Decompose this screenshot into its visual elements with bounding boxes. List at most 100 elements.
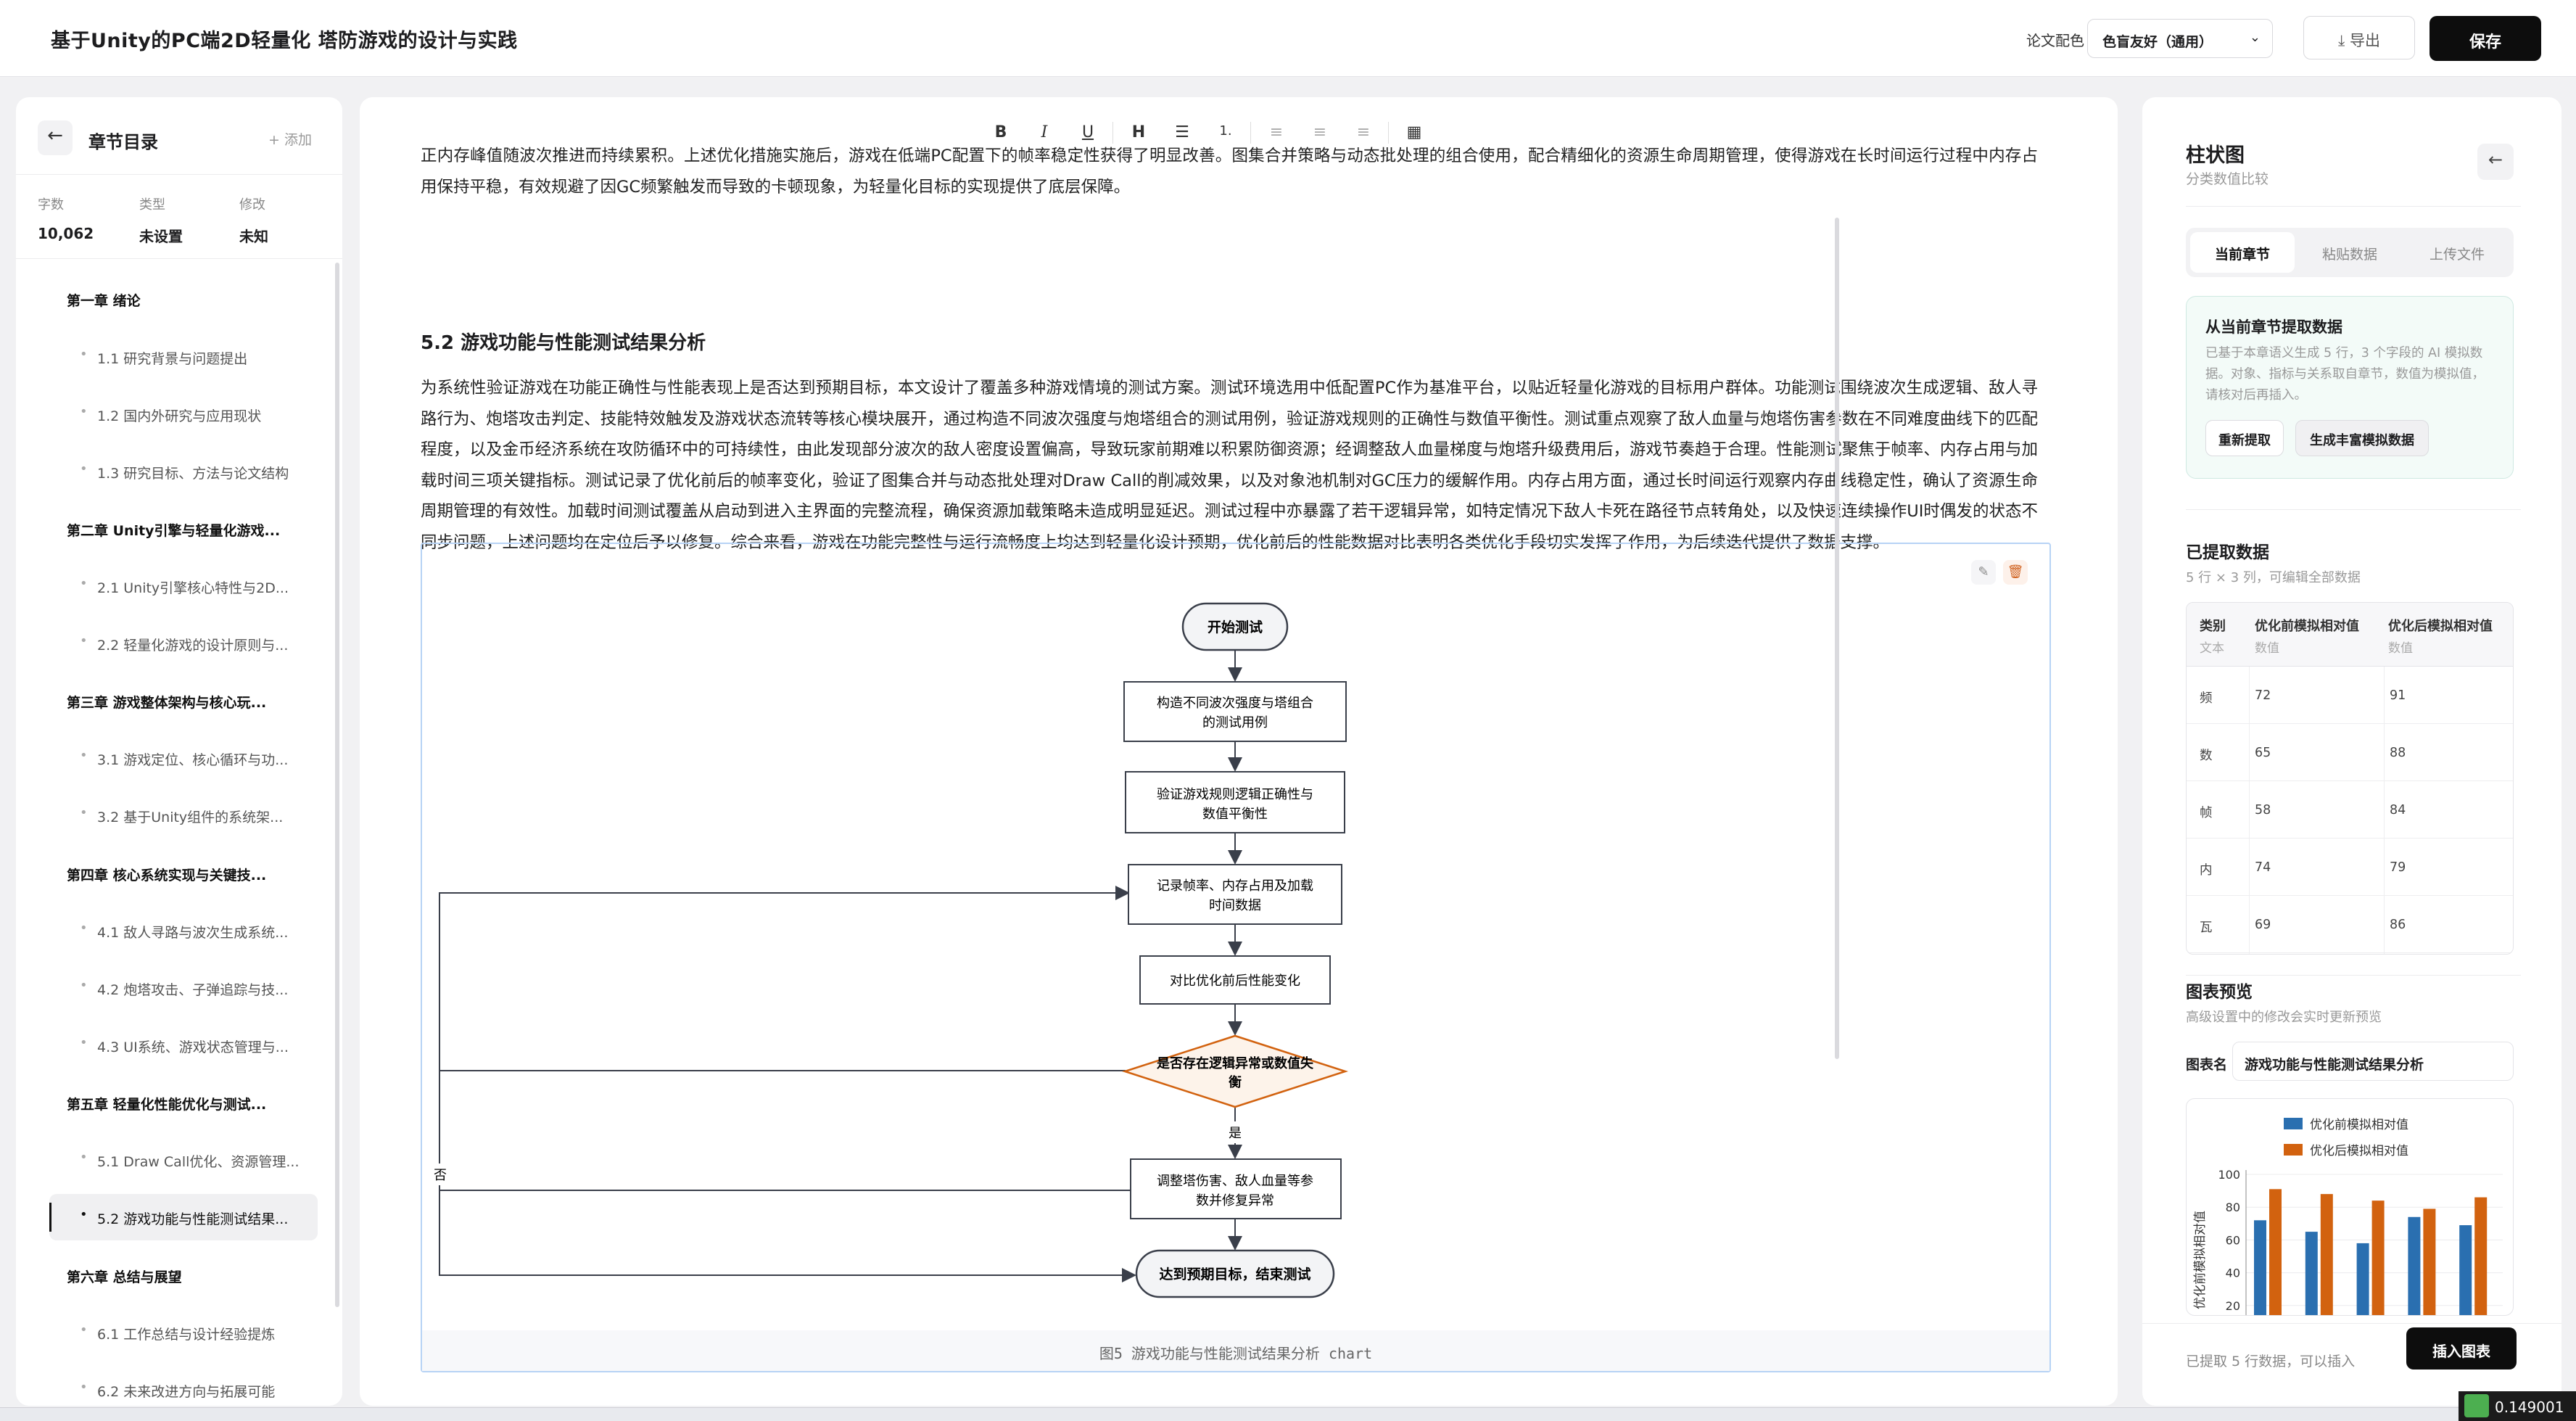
sidebar-section-item[interactable]: 4.3 UI系统、游戏状态管理与... xyxy=(49,1022,318,1068)
column-header: 优化前模拟相对值 xyxy=(2255,619,2359,634)
back-arrow-icon[interactable]: ← xyxy=(38,120,73,155)
sidebar-scrollbar[interactable] xyxy=(335,263,339,1307)
top-bar: 基于Unity的PC端2D轻量化 塔防游戏的设计与实践 论文配色 色盲友好（通用… xyxy=(0,0,2576,77)
bar xyxy=(2459,1225,2472,1315)
sidebar-chapter-item[interactable]: 第四章 核心系统实现与关键技... xyxy=(67,850,306,897)
sidebar-section-item[interactable]: 6.1 工作总结与设计经验提炼 xyxy=(49,1309,318,1356)
sidebar-chapter-item[interactable]: 第二章 Unity引擎与轻量化游戏... xyxy=(67,506,306,552)
stat-word-count: 字数 10,062 xyxy=(38,194,94,242)
sidebar-section-item[interactable]: 1.3 研究目标、方法与论文结构 xyxy=(49,448,318,495)
table-cell[interactable]: 数 xyxy=(2200,746,2213,764)
color-scheme-value: 色盲友好（通用） xyxy=(2102,34,2213,50)
tab-paste-data[interactable]: 粘贴数据 xyxy=(2298,232,2402,273)
table-cell[interactable]: 79 xyxy=(2390,860,2406,875)
y-tick-label: 40 xyxy=(2226,1266,2240,1280)
flow-node: 记录帧率、内存占用及加载 时间数据 xyxy=(1128,864,1342,925)
extract-description: 已基于本章语义生成 5 行，3 个字段的 AI 模拟数据。对象、指标与关系取自章… xyxy=(2205,346,2485,403)
section-heading[interactable]: 5.2 游戏功能与性能测试结果分析 xyxy=(421,328,706,355)
table-cell[interactable]: 内 xyxy=(2200,860,2213,878)
chevron-down-icon: ⌄ xyxy=(2249,30,2261,45)
bar xyxy=(2474,1197,2488,1315)
table-cell[interactable]: 86 xyxy=(2390,918,2406,932)
stat-key: 类型 xyxy=(139,197,165,213)
stat-modified: 修改 未知 xyxy=(239,194,268,246)
extract-title: 从当前章节提取数据 xyxy=(2205,318,2342,336)
tab-upload-file[interactable]: 上传文件 xyxy=(2405,232,2509,273)
tab-current-chapter[interactable]: 当前章节 xyxy=(2190,232,2295,273)
editor-area: B I U H ☰ 1. ≡ ≡ ≡ ▦ 正内存峰值随波次推进而持续累积。上述优… xyxy=(360,97,2118,1406)
chart-preview-subtitle: 高级设置中的修改会实时更新预览 xyxy=(2186,1010,2382,1025)
flow-text: 衡 xyxy=(1229,1074,1242,1090)
table-cell[interactable]: 84 xyxy=(2390,803,2406,817)
insert-chart-button[interactable]: 插入图表 xyxy=(2406,1327,2517,1369)
y-tick-label: 20 xyxy=(2226,1299,2240,1313)
sidebar-chapter-item[interactable]: 第五章 轻量化性能优化与测试... xyxy=(67,1079,306,1126)
table-cell[interactable]: 91 xyxy=(2390,688,2406,703)
bar xyxy=(2356,1243,2369,1315)
sidebar-section-item[interactable]: 3.1 游戏定位、核心循环与功... xyxy=(49,735,318,781)
table-cell[interactable]: 74 xyxy=(2255,860,2271,875)
sidebar-section-item[interactable]: 4.1 敌人寻路与波次生成系统... xyxy=(49,907,318,954)
sidebar-section-item[interactable]: 2.2 轻量化游戏的设计原则与... xyxy=(49,620,318,667)
save-button[interactable]: 保存 xyxy=(2430,16,2541,61)
export-button[interactable]: ⤓ 导出 xyxy=(2303,16,2415,59)
table-cell[interactable]: 瓦 xyxy=(2200,918,2213,936)
flow-text: 记录帧率、内存占用及加载 xyxy=(1157,878,1313,894)
source-tabs: 当前章节 粘贴数据 上传文件 xyxy=(2186,228,2514,277)
bar-chart: 优化前模拟相对值优化后模拟相对值10080604020优化前模拟相对值 xyxy=(2193,1118,2503,1315)
sidebar-section-item[interactable]: 3.2 基于Unity组件的系统架... xyxy=(49,792,318,839)
generate-mock-data-button[interactable]: 生成丰富模拟数据 xyxy=(2295,420,2429,456)
sidebar-section-item[interactable]: 5.1 Draw Call优化、资源管理... xyxy=(49,1137,318,1183)
sidebar-section-item[interactable]: 1.2 国内外研究与应用现状 xyxy=(49,391,318,437)
legend-swatch xyxy=(2284,1118,2303,1129)
sidebar-chapter-item[interactable]: 第一章 绪论 xyxy=(67,276,306,322)
table-cell[interactable]: 频 xyxy=(2200,688,2213,707)
sidebar-chapter-item[interactable]: 第六章 总结与展望 xyxy=(67,1252,306,1298)
sidebar-section-item[interactable]: 6.2 未来改进方向与拓展可能 xyxy=(49,1367,318,1406)
divider xyxy=(2186,206,2521,207)
bar xyxy=(2408,1216,2421,1315)
stat-value: 未设置 xyxy=(139,228,183,245)
sidebar-section-item[interactable]: 5.2 游戏功能与性能测试结果... xyxy=(49,1194,318,1240)
table-cell[interactable]: 88 xyxy=(2390,746,2406,760)
paragraph[interactable]: 为系统性验证游戏在功能正确性与性能表现上是否达到预期目标，本文设计了覆盖多种游戏… xyxy=(421,373,2038,558)
flow-text: 验证游戏规则逻辑正确性与 xyxy=(1157,787,1313,802)
bar xyxy=(2305,1232,2318,1315)
panel-scrollbar[interactable] xyxy=(1835,218,1839,1059)
chart-name-input[interactable]: 游戏功能与性能测试结果分析 xyxy=(2232,1042,2514,1081)
flowchart-figure[interactable]: ✎ 🗑 开始测试 构造不同波次强度与塔组合 的测试用例 验证游戏规则逻辑正确性与… xyxy=(421,543,2051,1372)
flow-text: 对比优化前后性能变化 xyxy=(1170,973,1300,989)
panel-subtitle: 分类数值比较 xyxy=(2186,171,2269,187)
y-axis-label: 优化前模拟相对值 xyxy=(2193,1211,2208,1309)
legend-label: 优化后模拟相对值 xyxy=(2310,1144,2408,1158)
figure-caption: 图5 游戏功能与性能测试结果分析 chart xyxy=(422,1330,2049,1371)
taskbar xyxy=(0,1407,2576,1421)
sidebar-section-item[interactable]: 4.2 炮塔攻击、子弹追踪与技... xyxy=(49,965,318,1011)
sidebar-section-item[interactable]: 1.1 研究背景与问题提出 xyxy=(49,334,318,380)
flow-text: 是 xyxy=(1229,1126,1242,1141)
divider xyxy=(2186,509,2521,510)
color-scheme-select[interactable]: 色盲友好（通用） ⌄ xyxy=(2087,19,2273,58)
sidebar-section-item[interactable]: 2.1 Unity引擎核心特性与2D... xyxy=(49,563,318,609)
app-tray-icon[interactable] xyxy=(2464,1394,2489,1417)
color-scheme-label: 论文配色 xyxy=(2026,32,2084,49)
table-cell[interactable]: 69 xyxy=(2255,918,2271,932)
table-cell[interactable]: 72 xyxy=(2255,688,2271,703)
divider xyxy=(2142,1323,2561,1324)
flow-text: 构造不同波次强度与塔组合 xyxy=(1157,696,1313,711)
add-chapter-button[interactable]: + 添加 xyxy=(268,129,312,149)
table-cell[interactable]: 帧 xyxy=(2200,803,2213,821)
legend-label: 优化前模拟相对值 xyxy=(2310,1118,2408,1132)
table-cell[interactable]: 58 xyxy=(2255,803,2271,817)
table-cell[interactable]: 65 xyxy=(2255,746,2271,760)
column-divider xyxy=(2384,667,2385,954)
flow-node: 对比优化前后性能变化 xyxy=(1139,955,1331,1005)
extract-card: 从当前章节提取数据 已基于本章语义生成 5 行，3 个字段的 AI 模拟数据。对… xyxy=(2186,296,2514,479)
document-title: 基于Unity的PC端2D轻量化 塔防游戏的设计与实践 xyxy=(51,30,518,52)
sidebar-chapter-item[interactable]: 第三章 游戏整体架构与核心玩... xyxy=(67,677,306,724)
y-tick-label: 60 xyxy=(2226,1233,2240,1247)
collapse-arrow-icon[interactable]: ← xyxy=(2477,144,2514,180)
re-extract-button[interactable]: 重新提取 xyxy=(2205,420,2284,456)
stat-key: 字数 xyxy=(38,197,64,213)
paragraph[interactable]: 正内存峰值随波次推进而持续累积。上述优化措施实施后，游戏在低端PC配置下的帧率稳… xyxy=(421,141,2038,213)
